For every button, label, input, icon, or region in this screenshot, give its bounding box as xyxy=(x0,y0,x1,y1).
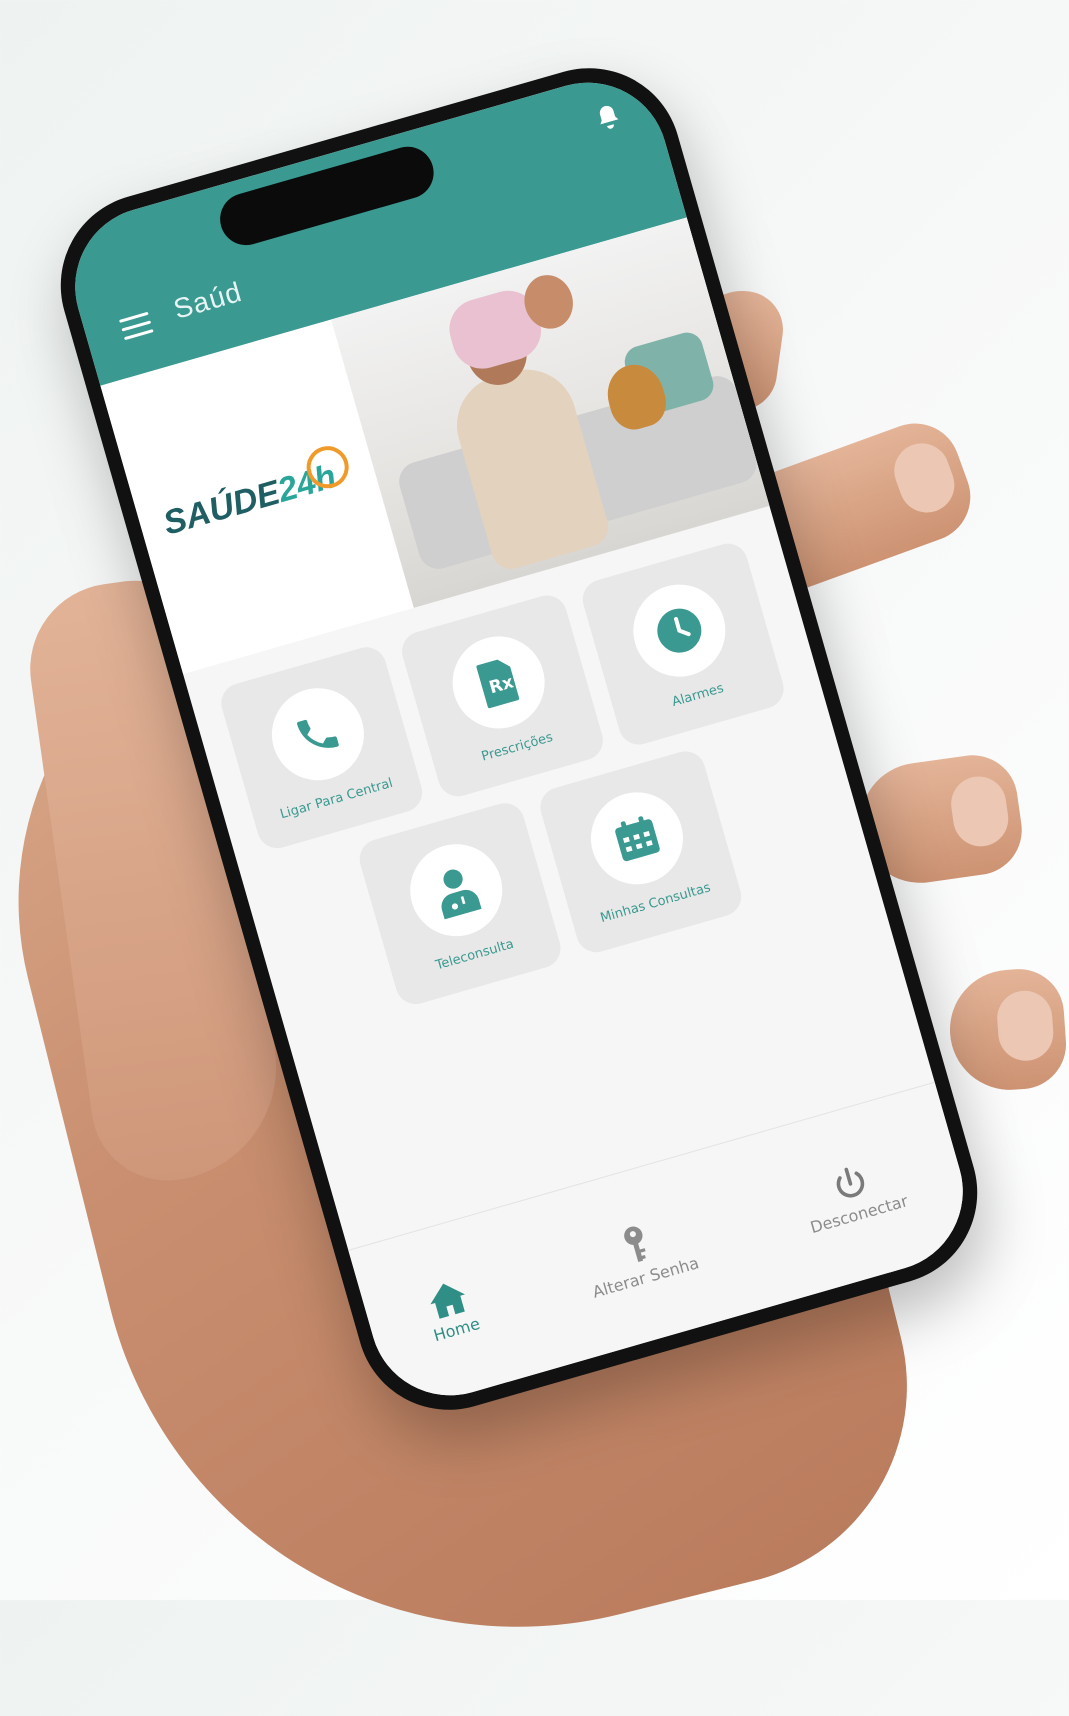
bell-icon[interactable] xyxy=(591,100,626,135)
nav-desconectar[interactable]: Desconectar xyxy=(797,1152,910,1237)
finger-4 xyxy=(945,966,1069,1094)
doctor-icon xyxy=(441,869,482,919)
saude24h-logo: SAÚDE 24h xyxy=(156,441,359,552)
power-icon xyxy=(836,1167,864,1198)
key-icon xyxy=(624,1225,647,1262)
bottom-navigation: Home Alterar Senha Desconectar xyxy=(348,1081,982,1415)
tile-alarmes[interactable]: Alarmes xyxy=(578,538,789,750)
clock-icon xyxy=(657,608,702,653)
tile-ligar-para-central[interactable]: Ligar Para Central xyxy=(216,642,427,853)
tile-teleconsulta[interactable]: Teleconsulta xyxy=(354,798,566,1009)
tile-label: Ligar Para Central xyxy=(278,775,395,822)
tile-label: Minhas Consultas xyxy=(598,879,713,926)
hamburger-menu-icon[interactable] xyxy=(119,311,154,341)
nav-home[interactable]: Home xyxy=(420,1275,482,1345)
nav-alterar-senha[interactable]: Alterar Senha xyxy=(578,1210,701,1301)
tile-label: Prescrições xyxy=(479,729,555,765)
phone-device: Saúd SAÚDE 24h Ligar Para Central Rx Pre… xyxy=(38,46,1000,1432)
tile-label: Alarmes xyxy=(670,680,726,710)
phone-icon xyxy=(296,719,339,748)
calendar-icon xyxy=(615,815,660,861)
prescription-icon: Rx xyxy=(476,659,520,708)
tile-label: Teleconsulta xyxy=(434,936,516,973)
tile-prescricoes[interactable]: Rx Prescrições xyxy=(397,590,608,802)
app-title: Saúd xyxy=(170,275,246,325)
home-icon xyxy=(430,1283,466,1319)
phone-screen: Saúd SAÚDE 24h Ligar Para Central Rx Pre… xyxy=(56,63,982,1415)
tile-minhas-consultas[interactable]: Minhas Consultas xyxy=(535,746,746,957)
